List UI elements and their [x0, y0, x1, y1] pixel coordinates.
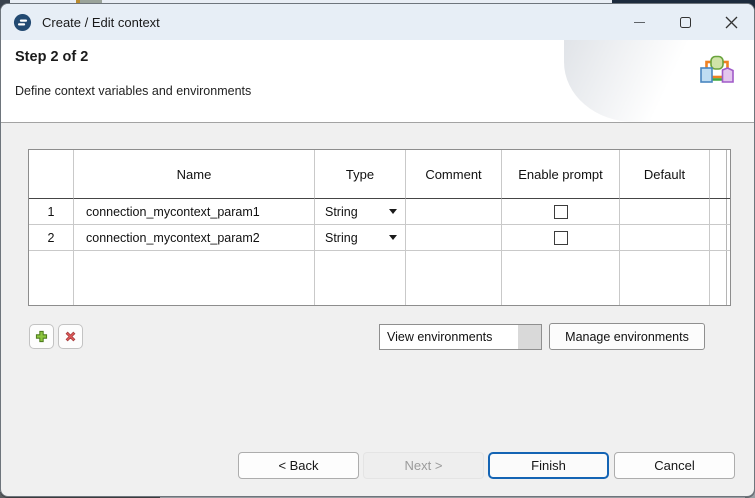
talend-logo-icon — [13, 13, 32, 32]
table-scrollbar-track[interactable] — [710, 150, 730, 199]
context-wizard-icon — [697, 53, 737, 95]
delete-variable-button[interactable] — [58, 324, 83, 349]
column-header-type[interactable]: Type — [315, 150, 406, 199]
create-edit-context-dialog: Create / Edit context Step 2 of 2 Define… — [0, 3, 755, 497]
column-header-name[interactable]: Name — [74, 150, 315, 199]
table-scrollbar-track[interactable] — [710, 199, 730, 225]
comment-cell[interactable] — [406, 225, 502, 251]
maximize-icon — [680, 17, 691, 28]
maximize-button[interactable] — [662, 4, 708, 40]
wizard-banner: Step 2 of 2 Define context variables and… — [1, 40, 754, 122]
column-header-enable-prompt[interactable]: Enable prompt — [502, 150, 620, 199]
manage-environments-label: Manage environments — [565, 330, 689, 344]
column-header-default[interactable]: Default — [620, 150, 710, 199]
chevron-down-icon[interactable] — [389, 209, 397, 214]
comment-cell[interactable] — [406, 199, 502, 225]
default-cell[interactable] — [620, 199, 710, 225]
table-scrollbar-track[interactable] — [710, 225, 730, 251]
enable-prompt-checkbox[interactable] — [554, 205, 568, 219]
close-icon — [725, 16, 738, 29]
back-button[interactable]: < Back — [238, 452, 359, 479]
empty-cell — [315, 251, 406, 305]
next-label: Next > — [405, 458, 443, 473]
empty-cell — [406, 251, 502, 305]
add-variable-button[interactable] — [29, 324, 54, 349]
table-scrollbar-track[interactable] — [710, 251, 730, 305]
step-title: Step 2 of 2 — [15, 49, 88, 65]
context-variables-table: Name Type Comment Enable prompt Default … — [28, 149, 731, 306]
finish-label: Finish — [531, 458, 566, 473]
next-button[interactable]: Next > — [363, 452, 484, 479]
titlebar: Create / Edit context — [1, 4, 754, 40]
minimize-icon — [634, 22, 645, 23]
type-cell[interactable]: String — [315, 225, 406, 251]
name-cell[interactable]: connection_mycontext_param1 — [74, 199, 315, 225]
chevron-down-icon[interactable] — [389, 235, 397, 240]
view-environments-gray-section — [518, 325, 541, 349]
window-title: Create / Edit context — [42, 15, 160, 30]
enable-prompt-cell — [502, 199, 620, 225]
close-button[interactable] — [708, 4, 754, 40]
enable-prompt-checkbox[interactable] — [554, 231, 568, 245]
step-subtitle: Define context variables and environment… — [15, 84, 251, 98]
cancel-button[interactable]: Cancel — [614, 452, 735, 479]
delete-icon — [63, 329, 78, 344]
cancel-label: Cancel — [654, 458, 694, 473]
default-cell[interactable] — [620, 225, 710, 251]
type-value: String — [325, 205, 358, 219]
screen: Create / Edit context Step 2 of 2 Define… — [0, 0, 755, 498]
column-header-comment[interactable]: Comment — [406, 150, 502, 199]
plus-icon — [34, 329, 49, 344]
view-environments-button[interactable]: View environments — [379, 324, 542, 350]
column-header-num — [29, 150, 74, 199]
empty-cell — [29, 251, 74, 305]
header-separator — [1, 122, 754, 123]
empty-cell — [620, 251, 710, 305]
name-cell[interactable]: connection_mycontext_param2 — [74, 225, 315, 251]
minimize-button[interactable] — [616, 4, 662, 40]
type-cell[interactable]: String — [315, 199, 406, 225]
back-label: < Back — [278, 458, 318, 473]
row-number: 1 — [29, 199, 74, 225]
type-value: String — [325, 231, 358, 245]
window-controls — [616, 4, 754, 40]
finish-button[interactable]: Finish — [488, 452, 609, 479]
row-number: 2 — [29, 225, 74, 251]
view-environments-label: View environments — [380, 330, 492, 344]
manage-environments-button[interactable]: Manage environments — [549, 323, 705, 350]
empty-cell[interactable] — [74, 251, 315, 305]
empty-cell — [502, 251, 620, 305]
enable-prompt-cell — [502, 225, 620, 251]
